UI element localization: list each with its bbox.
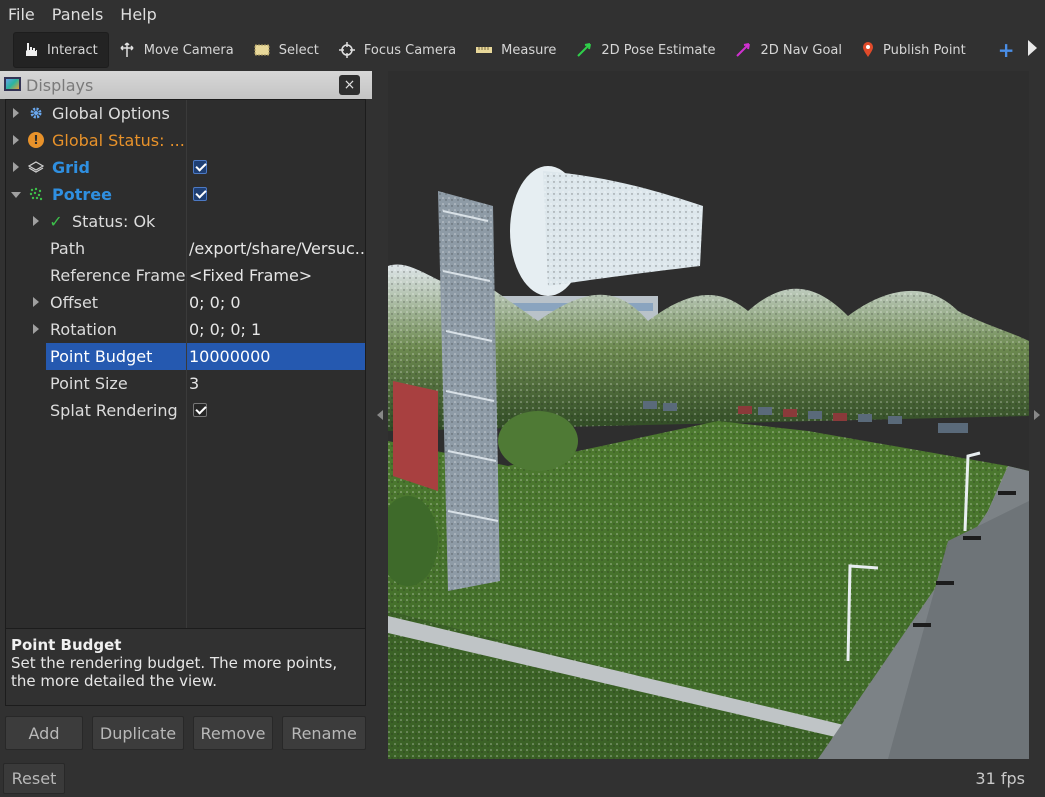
potree-enabled-checkbox[interactable] xyxy=(193,187,207,201)
measure-icon xyxy=(476,47,493,53)
reset-button[interactable]: Reset xyxy=(3,763,65,794)
expand-arrow-icon[interactable] xyxy=(13,162,19,172)
gear-icon xyxy=(28,105,44,121)
expand-arrow-icon[interactable] xyxy=(13,135,19,145)
check-icon: ✓ xyxy=(49,211,63,231)
tree-row-offset[interactable]: Offset 0; 0; 0 xyxy=(6,289,365,316)
point-budget-value[interactable]: 10000000 xyxy=(187,343,365,370)
hand-pointer-icon xyxy=(26,43,37,56)
status-bar: Reset 31 fps xyxy=(0,760,1045,797)
tree-row-grid[interactable]: Grid xyxy=(6,154,365,181)
menu-file[interactable]: File xyxy=(8,5,35,24)
point-size-value[interactable]: 3 xyxy=(189,374,364,393)
nav-goal-tool-button[interactable]: 2D Nav Goal xyxy=(725,32,852,68)
property-description: Point Budget Set the rendering budget. T… xyxy=(5,629,366,706)
pose-estimate-tool-label: 2D Pose Estimate xyxy=(601,42,716,58)
focus-camera-tool-label: Focus Camera xyxy=(363,42,457,58)
path-label: Path xyxy=(50,239,86,258)
warning-icon: ! xyxy=(28,132,44,148)
move-camera-icon xyxy=(120,42,134,57)
expand-arrow-icon[interactable] xyxy=(33,216,39,226)
splat-rendering-checkbox[interactable] xyxy=(193,403,207,417)
displays-panel-title: Displays xyxy=(26,75,94,95)
collapse-right-panel-arrow-icon[interactable] xyxy=(1034,410,1040,420)
menu-help[interactable]: Help xyxy=(120,5,156,24)
offset-value[interactable]: 0; 0; 0 xyxy=(189,293,364,312)
global-options-label: Global Options xyxy=(52,104,170,123)
map-pin-icon xyxy=(863,42,874,57)
rename-button[interactable]: Rename xyxy=(282,716,366,750)
displays-buttons: Add Duplicate Remove Rename xyxy=(5,716,366,750)
displays-panel-header: Displays × xyxy=(0,71,372,99)
splat-rendering-label: Splat Rendering xyxy=(50,401,178,420)
menu-panels[interactable]: Panels xyxy=(52,5,104,24)
tree-row-splat-rendering[interactable]: Splat Rendering xyxy=(6,397,365,424)
description-title: Point Budget xyxy=(11,636,122,654)
close-panel-button[interactable]: × xyxy=(339,75,360,95)
grid-enabled-checkbox[interactable] xyxy=(193,160,207,174)
rotation-label: Rotation xyxy=(50,320,117,339)
toolbar-overflow-arrow-icon[interactable] xyxy=(1028,40,1037,56)
fps-counter: 31 fps xyxy=(975,769,1025,788)
remove-button[interactable]: Remove xyxy=(193,716,273,750)
potree-label: Potree xyxy=(52,185,112,204)
rotation-value[interactable]: 0; 0; 0; 1 xyxy=(189,320,364,339)
interact-tool-button[interactable]: Interact xyxy=(13,32,109,68)
tree-row-reference-frame[interactable]: Reference Frame <Fixed Frame> xyxy=(6,262,365,289)
tree-row-path[interactable]: Path /export/share/Versuc... xyxy=(6,235,365,262)
reference-frame-label: Reference Frame xyxy=(50,266,186,285)
point-cloud-render xyxy=(388,71,1029,759)
nav-goal-tool-label: 2D Nav Goal xyxy=(760,42,843,58)
move-camera-tool-label: Move Camera xyxy=(143,42,234,58)
collapse-left-panel-arrow-icon[interactable] xyxy=(377,410,383,420)
point-size-label: Point Size xyxy=(50,374,128,393)
point-cloud-icon xyxy=(28,186,44,202)
tree-row-potree[interactable]: Potree xyxy=(6,181,365,208)
tree-row-global-options[interactable]: Global Options xyxy=(6,100,365,127)
publish-point-tool-button[interactable]: Publish Point xyxy=(852,32,976,68)
status-label: Status: Ok xyxy=(72,212,156,231)
tree-row-status[interactable]: ✓ Status: Ok xyxy=(6,208,365,235)
monitor-icon xyxy=(4,77,21,91)
displays-panel: Displays × Global Options ! Global Statu… xyxy=(0,71,372,759)
add-tool-button[interactable]: + xyxy=(998,38,1015,62)
collapse-arrow-icon[interactable] xyxy=(11,192,21,198)
move-camera-tool-button[interactable]: Move Camera xyxy=(109,32,244,68)
publish-point-tool-label: Publish Point xyxy=(883,42,966,58)
menu-bar: File Panels Help xyxy=(0,0,1045,28)
interact-tool-label: Interact xyxy=(47,42,98,58)
global-status-label: Global Status: ... xyxy=(52,131,185,150)
pose-estimate-tool-button[interactable]: 2D Pose Estimate xyxy=(566,32,725,68)
tree-row-rotation[interactable]: Rotation 0; 0; 0; 1 xyxy=(6,316,365,343)
toolbar: Interact Move Camera Select Focus Camera… xyxy=(0,30,1045,70)
reference-frame-value[interactable]: <Fixed Frame> xyxy=(189,266,364,285)
add-button[interactable]: Add xyxy=(5,716,83,750)
focus-camera-icon xyxy=(338,42,355,58)
pose-arrow-icon xyxy=(577,43,592,57)
expand-arrow-icon[interactable] xyxy=(33,297,39,307)
select-tool-button[interactable]: Select xyxy=(244,32,329,68)
expand-arrow-icon[interactable] xyxy=(33,324,39,334)
tree-row-global-status[interactable]: ! Global Status: ... xyxy=(6,127,365,154)
description-text: Set the rendering budget. The more point… xyxy=(11,654,338,690)
displays-tree: Global Options ! Global Status: ... Grid… xyxy=(5,99,366,629)
3d-viewport[interactable] xyxy=(388,71,1029,759)
expand-arrow-icon[interactable] xyxy=(13,108,19,118)
grid-label: Grid xyxy=(52,158,90,177)
tree-row-point-budget[interactable]: Point Budget 10000000 xyxy=(6,343,365,370)
select-icon xyxy=(254,44,270,56)
measure-tool-label: Measure xyxy=(501,42,557,58)
measure-tool-button[interactable]: Measure xyxy=(466,32,566,68)
tree-row-point-size[interactable]: Point Size 3 xyxy=(6,370,365,397)
select-tool-label: Select xyxy=(278,42,319,58)
point-budget-label: Point Budget xyxy=(46,343,186,370)
focus-camera-tool-button[interactable]: Focus Camera xyxy=(329,32,466,68)
path-value[interactable]: /export/share/Versuc... xyxy=(189,239,364,258)
nav-goal-arrow-icon xyxy=(736,43,751,57)
grid-layers-icon xyxy=(28,159,44,175)
duplicate-button[interactable]: Duplicate xyxy=(92,716,184,750)
offset-label: Offset xyxy=(50,293,99,312)
